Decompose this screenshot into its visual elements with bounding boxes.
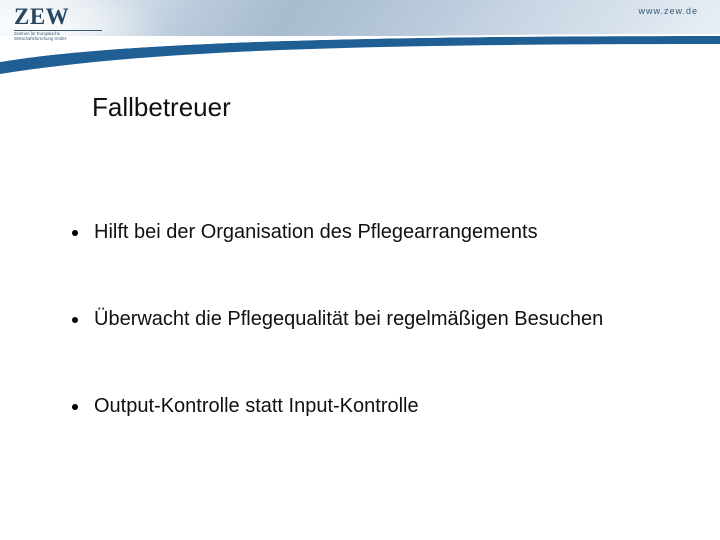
slide-title: Fallbetreuer — [92, 92, 231, 123]
logo-text: ZEW — [14, 5, 124, 28]
bullet-text: Überwacht die Pflegequalität bei regelmä… — [94, 307, 603, 332]
bullet-item: Output-Kontrolle statt Input-Kontrolle — [72, 394, 680, 419]
slide: ZEW Zentrum für Europäische Wirtschaftsf… — [0, 0, 720, 540]
bullet-list: Hilft bei der Organisation des Pflegearr… — [72, 220, 680, 481]
bullet-dot-icon — [72, 230, 78, 236]
bullet-text: Output-Kontrolle statt Input-Kontrolle — [94, 394, 419, 419]
bullet-item: Hilft bei der Organisation des Pflegearr… — [72, 220, 680, 245]
bullet-dot-icon — [72, 317, 78, 323]
header-url: www.zew.de — [638, 6, 698, 16]
bullet-text: Hilft bei der Organisation des Pflegearr… — [94, 220, 538, 245]
logo-subtitle: Zentrum für Europäische Wirtschaftsforsc… — [14, 32, 124, 42]
bullet-item: Überwacht die Pflegequalität bei regelmä… — [72, 307, 680, 332]
slide-header: ZEW Zentrum für Europäische Wirtschaftsf… — [0, 0, 720, 78]
zew-logo: ZEW Zentrum für Europäische Wirtschaftsf… — [14, 5, 124, 50]
bullet-dot-icon — [72, 404, 78, 410]
